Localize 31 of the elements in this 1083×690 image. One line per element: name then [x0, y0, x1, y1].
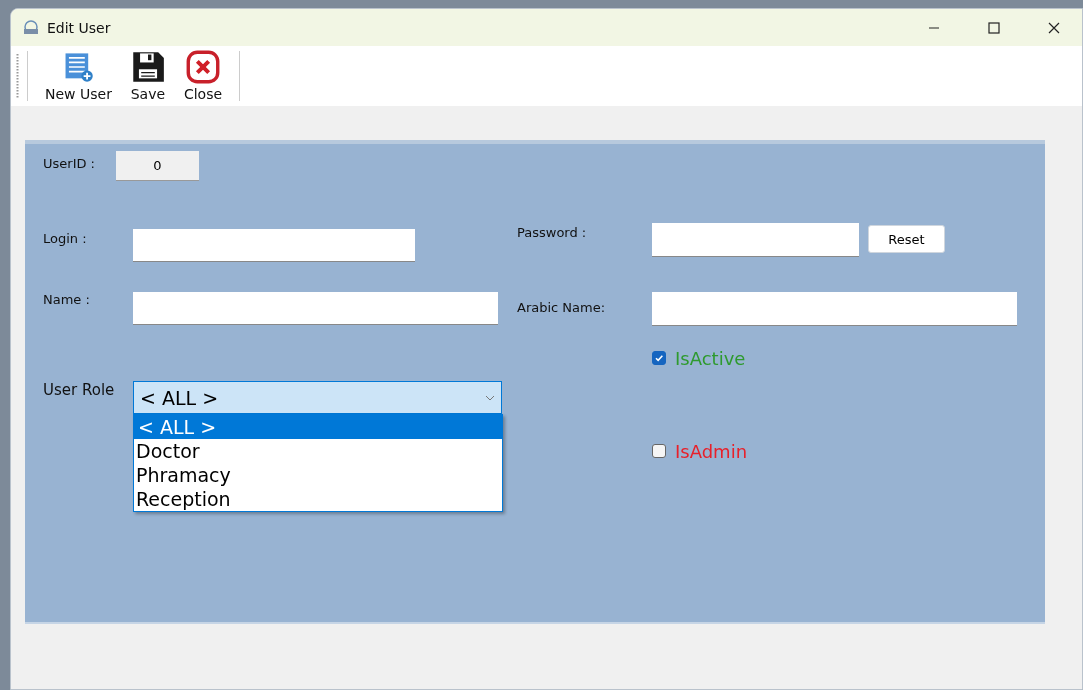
password-field[interactable]: [652, 223, 859, 257]
reset-button[interactable]: Reset: [868, 225, 945, 253]
close-icon: [184, 50, 221, 84]
dropdown-option[interactable]: Reception: [134, 487, 502, 511]
user-id-field: 0: [116, 151, 199, 181]
checkbox-label: IsAdmin: [675, 440, 748, 462]
user-id-label: UserID :: [43, 156, 96, 173]
login-field[interactable]: [133, 229, 415, 262]
app-logo-icon: [22, 18, 40, 37]
new-user-button[interactable]: New User: [36, 48, 121, 104]
close-icon[interactable]: [1048, 21, 1060, 34]
checkbox[interactable]: [652, 444, 666, 458]
arabic-name-field[interactable]: [652, 292, 1017, 326]
close-button[interactable]: Close: [174, 48, 232, 104]
dropdown-option[interactable]: < ALL >: [134, 415, 502, 439]
user-role-label: User Role: [43, 381, 116, 401]
caret-icon: [485, 394, 495, 401]
dropdown-option[interactable]: Phramacy: [134, 463, 502, 487]
maximize-icon[interactable]: [988, 21, 1000, 34]
name-field[interactable]: [133, 292, 498, 325]
checkbox[interactable]: [652, 351, 666, 365]
password-label: Password :: [517, 225, 588, 242]
name-label: Name :: [43, 292, 91, 309]
save-button[interactable]: Save: [120, 48, 175, 104]
dropdown-option[interactable]: Doctor: [134, 439, 502, 463]
user-role-dropdown[interactable]: < ALL >: [133, 381, 502, 414]
window-title: Edit User: [47, 19, 112, 36]
arabic-name-label: Arabic Name:: [517, 300, 607, 317]
grip-icon: [16, 53, 19, 99]
checkbox-label: IsActive: [675, 347, 746, 369]
login-label: Login :: [43, 231, 88, 248]
